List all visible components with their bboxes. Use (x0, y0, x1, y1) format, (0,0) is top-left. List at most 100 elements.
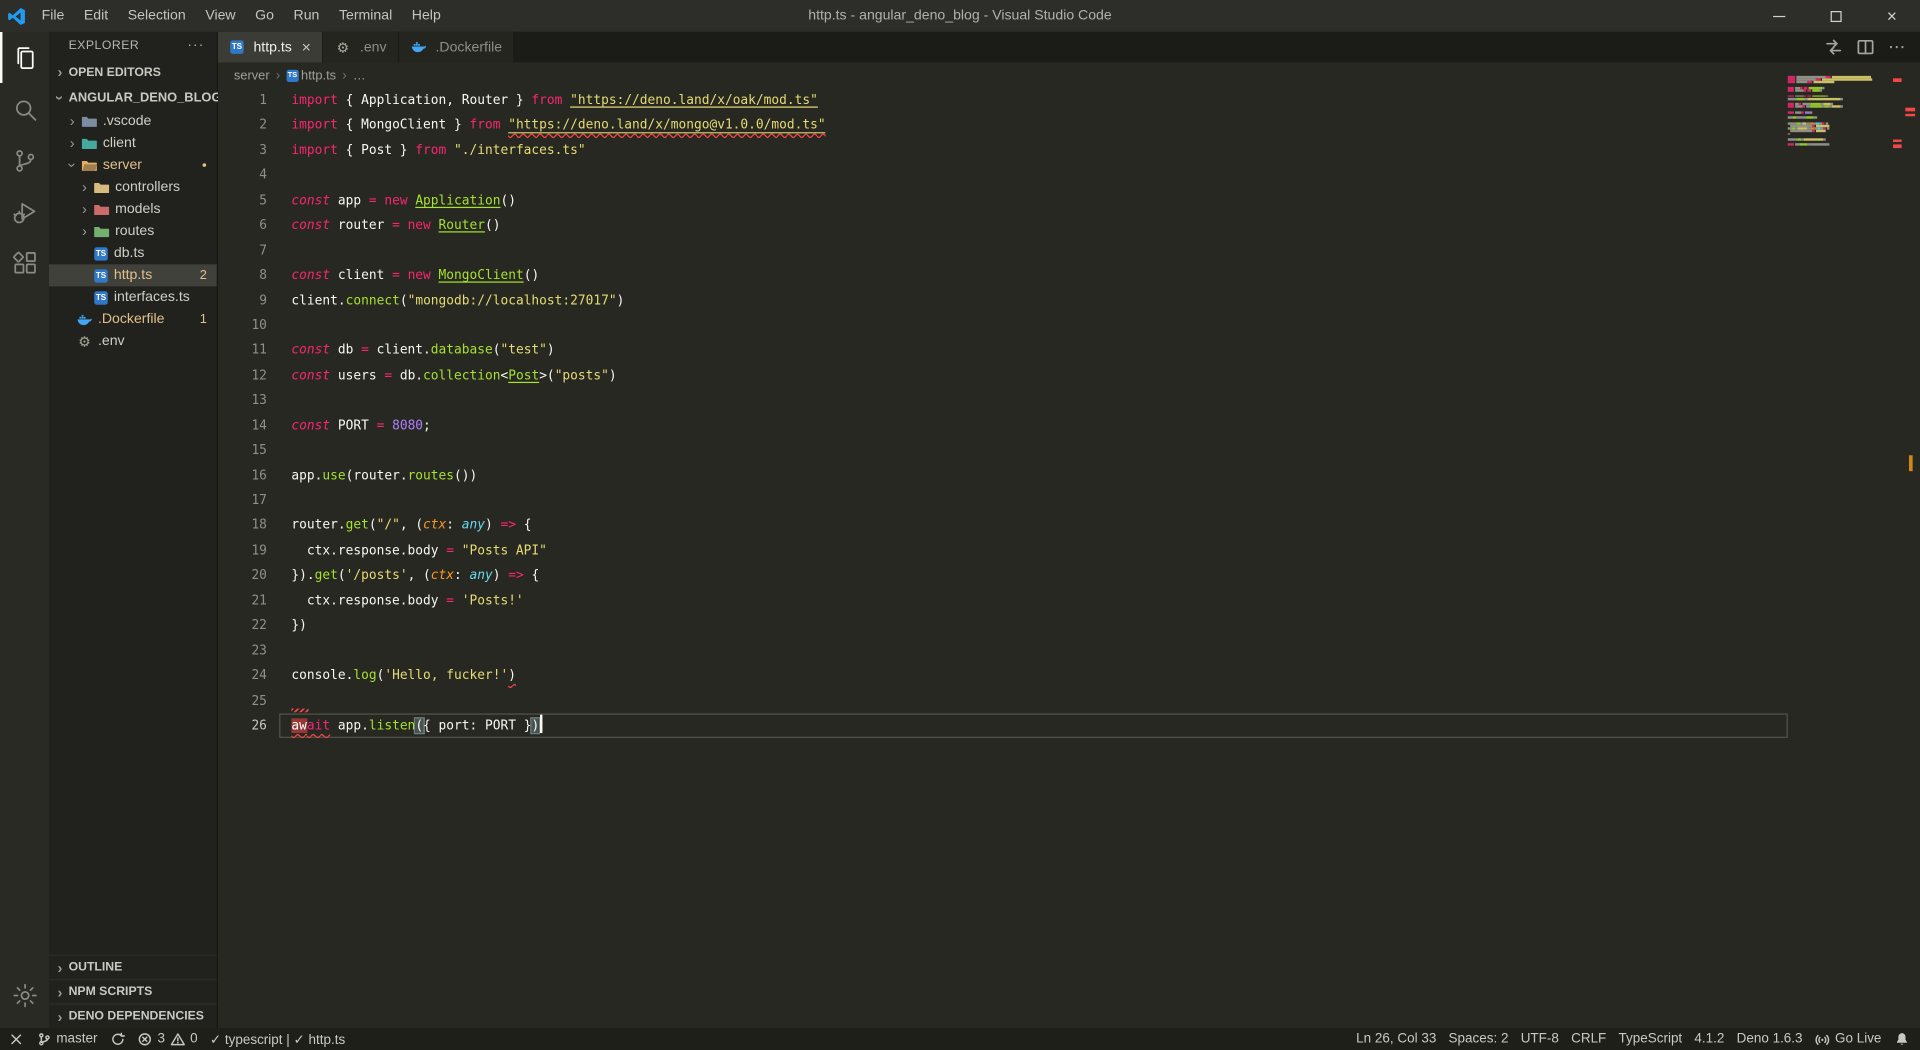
tree-item-http-ts[interactable]: TS http.ts 2 (48, 264, 217, 287)
code-line[interactable]: const client = new MongoClient() (291, 263, 825, 288)
line-number[interactable]: 15 (218, 438, 266, 463)
tree-item-dockerfile[interactable]: .Dockerfile 1 (49, 308, 217, 330)
close-icon[interactable]: × (302, 39, 311, 55)
menu-file[interactable]: File (32, 0, 74, 32)
line-number[interactable]: 14 (218, 413, 266, 438)
menu-help[interactable]: Help (402, 0, 451, 32)
code-line[interactable]: import { Application, Router } from "htt… (291, 88, 825, 113)
line-number[interactable]: 3 (218, 138, 267, 163)
code-line[interactable]: ctx.response.body = "Posts API" (291, 538, 825, 563)
code-line[interactable]: const users = db.collection<Post>("posts… (291, 363, 825, 388)
menu-go[interactable]: Go (245, 0, 283, 32)
line-number[interactable]: 16 (218, 463, 266, 488)
tree-item-models[interactable]: › models (49, 198, 217, 220)
code-line[interactable] (291, 238, 825, 263)
menu-selection[interactable]: Selection (118, 0, 196, 32)
menu-terminal[interactable]: Terminal (329, 0, 402, 32)
tab-env[interactable]: ⚙ .env (323, 31, 399, 63)
split-editor[interactable] (1856, 38, 1874, 56)
activity-extensions[interactable] (0, 237, 49, 288)
line-number[interactable]: 21 (218, 588, 266, 613)
line-number[interactable]: 5 (218, 188, 267, 213)
maximize-button[interactable] (1807, 0, 1863, 32)
line-number[interactable]: 24 (218, 663, 266, 688)
line-number[interactable]: 10 (218, 313, 266, 338)
line-number[interactable]: 13 (218, 388, 266, 413)
status-sync[interactable] (104, 1028, 132, 1050)
menu-view[interactable]: View (196, 0, 246, 32)
status-deno-version[interactable]: Deno 1.6.3 (1731, 1028, 1809, 1050)
code-line[interactable] (291, 638, 825, 663)
code-line[interactable]: ctx.response.body = 'Posts!' (291, 588, 825, 613)
code-line[interactable]: const app = new Application() (291, 188, 825, 213)
status-remote[interactable] (2, 1028, 30, 1050)
line-number[interactable]: 12 (218, 363, 266, 388)
activity-run-debug[interactable] (0, 186, 49, 237)
code-line[interactable] (291, 488, 825, 513)
code-line[interactable]: const PORT = 8080; (291, 413, 825, 438)
breadcrumb-item-1[interactable]: TS http.ts (286, 68, 336, 83)
line-number[interactable]: 8 (218, 263, 267, 288)
tree-item-server[interactable]: › server ● (49, 154, 217, 176)
code-line[interactable] (291, 163, 825, 188)
tab-dockerfile[interactable]: .Dockerfile (398, 31, 515, 63)
section-workspace[interactable]: › ANGULAR_DENO_BLOG (49, 86, 221, 110)
status-git-branch[interactable]: master (30, 1028, 104, 1050)
open-changes[interactable] (1824, 38, 1842, 56)
code-line[interactable]: }) (291, 613, 825, 638)
close-button[interactable]: × (1864, 0, 1920, 32)
minimize-button[interactable] (1751, 0, 1807, 32)
code-line[interactable] (291, 313, 825, 338)
section-open-editors[interactable]: › OPEN EDITORS (49, 59, 217, 86)
line-number[interactable]: 22 (218, 613, 266, 638)
tree-item-client[interactable]: › client (49, 132, 217, 154)
code-line[interactable] (291, 688, 825, 713)
activity-search[interactable] (0, 83, 49, 134)
tree-item-interfaces-ts[interactable]: TS interfaces.ts (49, 286, 217, 308)
code-line[interactable]: client.connect("mongodb://localhost:2701… (291, 288, 825, 313)
line-number[interactable]: 2 (218, 113, 267, 138)
status-notifications[interactable] (1888, 1028, 1916, 1050)
section-npm-scripts[interactable]: › NPM SCRIPTS (48, 979, 217, 1003)
status-extension-status[interactable]: ✓ typescript | ✓ http.ts (204, 1028, 352, 1050)
code-line[interactable]: }).get('/posts', (ctx: any) => { (291, 563, 825, 588)
line-number[interactable]: 20 (218, 563, 266, 588)
breadcrumb-item-2[interactable]: … (353, 68, 366, 83)
line-number[interactable]: 9 (218, 288, 267, 313)
status-cursor-position[interactable]: Ln 26, Col 33 (1350, 1028, 1442, 1050)
line-number[interactable]: 1 (218, 88, 267, 113)
status-language-mode[interactable]: TypeScript (1612, 1028, 1688, 1050)
code-line[interactable]: const db = client.database("test") (291, 338, 825, 363)
code-line[interactable]: console.log('Hello, fucker!') (291, 663, 825, 688)
minimap[interactable] (1787, 75, 1902, 148)
line-number[interactable]: 7 (218, 238, 267, 263)
breadcrumb-item-0[interactable]: server (234, 68, 270, 83)
code-line[interactable] (291, 388, 825, 413)
code-editor[interactable]: 1 2 3 4 5 6 7 8 9 10 11 12 13 14 15 16 17 18 19 20 21 22 23 24 2… (217, 88, 1920, 1028)
menu-edit[interactable]: Edit (74, 0, 118, 32)
section-deno-dependencies[interactable]: › DENO DEPENDENCIES (48, 1003, 217, 1027)
status-indentation[interactable]: Spaces: 2 (1442, 1028, 1514, 1050)
code-line[interactable]: router.get("/", (ctx: any) => { (291, 513, 825, 538)
line-number[interactable]: 25 (218, 688, 266, 713)
overview-ruler[interactable] (1902, 76, 1920, 1028)
code-line[interactable]: const router = new Router() (291, 213, 825, 238)
line-number[interactable]: 23 (218, 638, 266, 663)
activity-explorer[interactable] (0, 32, 49, 83)
tree-item-routes[interactable]: › routes (49, 220, 217, 242)
code-line[interactable]: app.use(router.routes()) (291, 463, 825, 488)
line-number[interactable]: 19 (218, 538, 266, 563)
line-number[interactable]: 17 (218, 488, 266, 513)
code-line[interactable] (291, 438, 825, 463)
code-line[interactable]: import { Post } from "./interfaces.ts" (291, 138, 825, 163)
line-number[interactable]: 18 (218, 513, 266, 538)
status-encoding[interactable]: UTF-8 (1515, 1028, 1565, 1050)
more-actions-icon[interactable]: ··· (187, 38, 204, 53)
tree-item-db-ts[interactable]: TS db.ts (49, 242, 217, 264)
tree-item-vscode[interactable]: › .vscode (49, 110, 217, 132)
menu-run[interactable]: Run (284, 0, 329, 32)
status-eol[interactable]: CRLF (1565, 1028, 1612, 1050)
status-go-live[interactable]: Go Live (1809, 1028, 1888, 1050)
activity-settings[interactable] (0, 969, 49, 1020)
line-number[interactable]: 6 (218, 213, 267, 238)
